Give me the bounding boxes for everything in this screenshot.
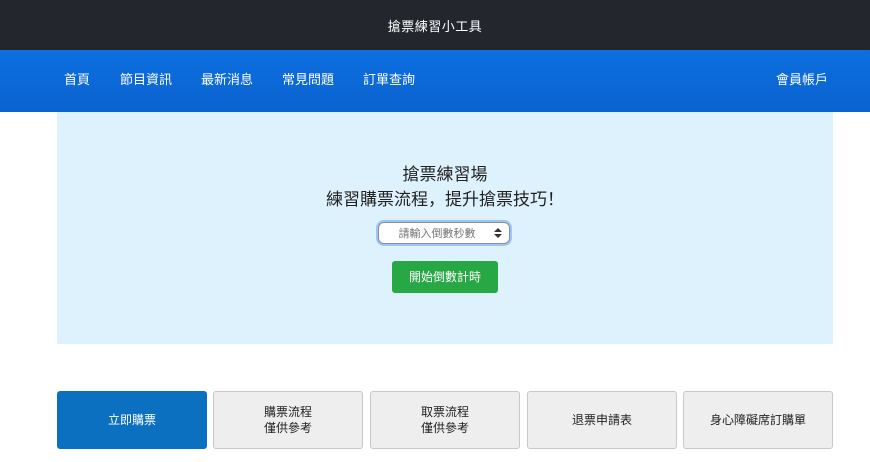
accessible-seat-order-button[interactable]: 身心障礙席訂購單: [683, 391, 833, 449]
hero-title: 搶票練習場: [402, 165, 488, 185]
refund-form-label: 退票申請表: [571, 413, 632, 427]
main-nav: 首頁 節目資訊 最新消息 常見問題 訂單查詢 會員帳戶: [0, 50, 870, 112]
app-title: 搶票練習小工具: [387, 19, 483, 35]
buy-now-button[interactable]: 立即購票: [57, 391, 207, 449]
refund-form-button[interactable]: 退票申請表: [527, 391, 677, 449]
accessible-seat-order-label: 身心障礙席訂購單: [709, 413, 806, 427]
nav-item-order-lookup[interactable]: 訂單查詢: [363, 50, 415, 112]
purchase-flow-note: 僅供參考: [263, 421, 312, 435]
start-countdown-button[interactable]: 開始倒數計時: [392, 261, 498, 293]
nav-item-news[interactable]: 最新消息: [201, 50, 253, 112]
pickup-flow-label: 取票流程: [420, 405, 469, 419]
hero-subtitle: 練習購票流程，提升搶票技巧！: [326, 190, 564, 210]
pickup-flow-note: 僅供參考: [420, 421, 469, 435]
buy-now-label: 立即購票: [107, 413, 156, 427]
nav-item-home[interactable]: 首頁: [64, 50, 90, 112]
top-title-bar: 搶票練習小工具: [0, 0, 870, 50]
nav-item-faq[interactable]: 常見問題: [282, 50, 334, 112]
purchase-flow-button[interactable]: 購票流程 僅供參考: [213, 391, 363, 449]
nav-item-member-account[interactable]: 會員帳戶: [776, 50, 828, 112]
practice-hero: 搶票練習場 練習購票流程，提升搶票技巧！ 開始倒數計時: [57, 112, 833, 344]
purchase-flow-label: 購票流程: [263, 405, 312, 419]
countdown-seconds-input[interactable]: [378, 222, 510, 244]
nav-item-programs[interactable]: 節目資訊: [120, 50, 172, 112]
pickup-flow-button[interactable]: 取票流程 僅供參考: [370, 391, 520, 449]
